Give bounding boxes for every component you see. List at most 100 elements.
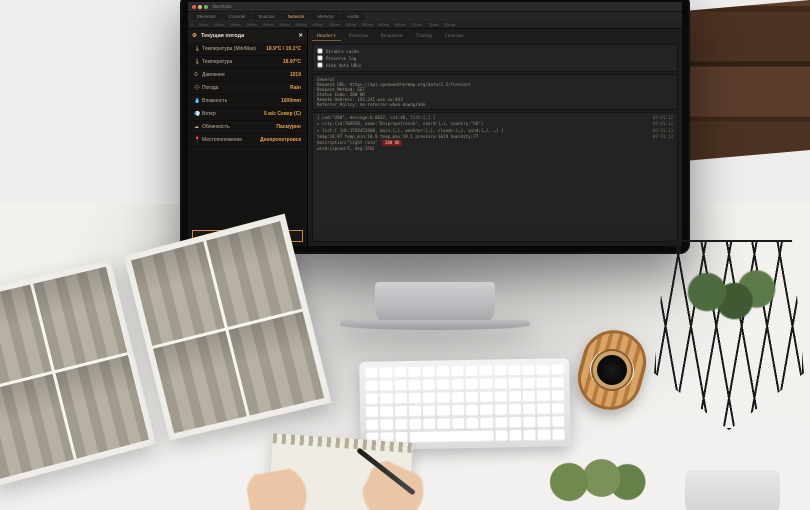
row-label: Местоположение bbox=[202, 137, 260, 143]
code-text: { cod:"200", message:0.0032, cnt:40, lis… bbox=[317, 115, 436, 120]
row-clouds: ☁ Облачность Пасмурно bbox=[188, 121, 307, 134]
row-label: Ветер bbox=[202, 111, 264, 117]
option-label: Disable cache bbox=[326, 49, 359, 54]
tab-memory[interactable]: Memory bbox=[311, 13, 339, 20]
option-disable-cache[interactable]: Disable cache bbox=[317, 48, 673, 54]
code-text: temp:18.97 temp_min:18.9 temp_max:19.1 p… bbox=[317, 134, 478, 139]
monitor: DevTools Elements Console Sources Networ… bbox=[180, 0, 690, 254]
ruler-mark: 650ms bbox=[395, 23, 406, 27]
wind-icon: 💨 bbox=[194, 111, 202, 117]
settings-icon[interactable]: ⚙ bbox=[192, 33, 197, 39]
tab-timing[interactable]: Timing bbox=[411, 33, 437, 41]
screen: DevTools Elements Console Sources Networ… bbox=[188, 2, 682, 246]
status-badge: 200 OK bbox=[382, 140, 402, 146]
ruler-mark: 400ms bbox=[313, 23, 324, 27]
screen-body: ⚙ Текущая погода ✕ 🌡 Температура (Min/Ma… bbox=[188, 29, 682, 246]
workspace-scene: DevTools Elements Console Sources Networ… bbox=[0, 0, 810, 510]
maximize-window-icon[interactable] bbox=[204, 5, 208, 9]
tab-cookies[interactable]: Cookies bbox=[440, 33, 469, 41]
row-value: 5 м/с Север (С) bbox=[264, 111, 301, 117]
option-label: Hide data URLs bbox=[326, 63, 361, 68]
row-value: Rain bbox=[290, 85, 301, 91]
row-label: Погода bbox=[202, 85, 290, 91]
ruler-mark: 350ms bbox=[296, 23, 307, 27]
option-hide-urls[interactable]: Hide data URLs bbox=[317, 62, 673, 68]
panel-title: Текущая погода bbox=[201, 33, 244, 39]
tab-response[interactable]: Response bbox=[376, 33, 408, 41]
row-wind: 💨 Ветер 5 м/с Север (С) bbox=[188, 108, 307, 121]
row-humidity: 💧 Влажность 1000mm bbox=[188, 95, 307, 108]
ruler-mark: 450ms bbox=[329, 23, 340, 27]
window-title: DevTools bbox=[213, 4, 232, 9]
ruler-mark: 250ms bbox=[263, 23, 274, 27]
tab-console[interactable]: Console bbox=[223, 13, 252, 20]
row-label: Температура (Min/Max) bbox=[202, 46, 266, 52]
row-value: Пасмурно bbox=[276, 124, 301, 130]
headers-line: Referrer Policy: no-referrer-when-downgr… bbox=[317, 102, 673, 107]
row-value: 18.97°C bbox=[283, 59, 301, 65]
weather-panel-header: ⚙ Текущая погода ✕ bbox=[188, 29, 307, 43]
code-text: ▸ city:{id:709930, name:"Dnipropetrovsk"… bbox=[317, 121, 483, 126]
thermometer-icon: 🌡 bbox=[194, 59, 202, 65]
close-window-icon[interactable] bbox=[192, 5, 196, 9]
devtools-tabstrip[interactable]: Elements Console Sources Network Memory … bbox=[188, 12, 682, 21]
tab-headers[interactable]: Headers bbox=[312, 33, 341, 41]
window-titlebar[interactable]: DevTools bbox=[188, 2, 682, 12]
row-temp-minmax: 🌡 Температура (Min/Max) 18.9°C / 19.1°C bbox=[188, 43, 307, 56]
ruler-mark: 50ms bbox=[199, 23, 208, 27]
ruler-mark: 750ms bbox=[428, 23, 439, 27]
row-label: Давление bbox=[202, 72, 290, 78]
ruler-mark: 600ms bbox=[379, 23, 390, 27]
devtools-body: Headers Preview Response Timing Cookies … bbox=[308, 29, 682, 246]
row-value: 1000mm bbox=[281, 98, 301, 104]
ruler-mark: 550ms bbox=[362, 23, 373, 27]
droplet-icon: 💧 bbox=[194, 98, 202, 104]
ruler-mark: 0 bbox=[191, 23, 193, 27]
code-line: wind:{speed:5, deg:350} bbox=[317, 146, 673, 152]
close-icon[interactable]: ✕ bbox=[298, 33, 303, 39]
timestamp: 09:41:13 bbox=[653, 134, 673, 140]
weather-panel: ⚙ Текущая погода ✕ 🌡 Температура (Min/Ma… bbox=[188, 29, 308, 246]
tab-preview[interactable]: Preview bbox=[344, 33, 373, 41]
code-text: description:"light rain" bbox=[317, 140, 380, 145]
ruler-mark: 500ms bbox=[346, 23, 357, 27]
row-weather: 🌧 Погода Rain bbox=[188, 82, 307, 95]
row-value: 18.9°C / 19.1°C bbox=[266, 46, 301, 52]
row-location: 📍 Местоположение Днепропетровск bbox=[188, 134, 307, 147]
row-label: Температура bbox=[202, 59, 283, 65]
traffic-lights[interactable] bbox=[192, 5, 208, 9]
cactus-plant bbox=[530, 434, 660, 510]
option-label: Preserve log bbox=[326, 56, 356, 61]
gauge-icon: ⏱ bbox=[194, 72, 202, 78]
request-tabs[interactable]: Headers Preview Response Timing Cookies bbox=[312, 33, 678, 41]
ceramic-pot bbox=[685, 470, 780, 510]
imac-foot bbox=[340, 320, 530, 330]
row-pressure: ⏱ Давление 1019 bbox=[188, 69, 307, 82]
tab-network[interactable]: Network bbox=[282, 13, 311, 20]
response-console[interactable]: 09:41:12 { cod:"200", message:0.0032, cn… bbox=[312, 112, 678, 242]
ruler-mark: 100ms bbox=[214, 23, 225, 27]
rain-icon: 🌧 bbox=[194, 85, 202, 91]
code-text: ▸ list:[ {dt:1556452800, main:{…}, weath… bbox=[317, 128, 504, 133]
checkbox[interactable] bbox=[317, 55, 323, 61]
headers-section: General Request URL: https://api.openwea… bbox=[312, 74, 678, 110]
ruler-mark: 300ms bbox=[280, 23, 291, 27]
row-value: Днепропетровск bbox=[260, 137, 301, 143]
minimize-window-icon[interactable] bbox=[198, 5, 202, 9]
row-temp: 🌡 Температура 18.97°C bbox=[188, 56, 307, 69]
tab-elements[interactable]: Elements bbox=[191, 13, 222, 20]
ruler-mark: 700ms bbox=[412, 23, 423, 27]
thermometer-icon: 🌡 bbox=[194, 46, 202, 52]
tab-sources[interactable]: Sources bbox=[252, 13, 281, 20]
option-preserve-log[interactable]: Preserve log bbox=[317, 55, 673, 61]
row-value: 1019 bbox=[290, 72, 301, 78]
tab-audits[interactable]: Audits bbox=[341, 13, 366, 20]
ruler-mark: 200ms bbox=[247, 23, 258, 27]
checkbox[interactable] bbox=[317, 62, 323, 68]
weather-rows: 🌡 Температура (Min/Max) 18.9°C / 19.1°C … bbox=[188, 43, 307, 226]
row-label: Влажность bbox=[202, 98, 281, 104]
ruler-mark: 150ms bbox=[230, 23, 241, 27]
timeline-ruler[interactable]: 0 50ms 100ms 150ms 200ms 250ms 300ms 350… bbox=[188, 21, 682, 29]
checkbox[interactable] bbox=[317, 48, 323, 54]
row-label: Облачность bbox=[202, 124, 276, 130]
